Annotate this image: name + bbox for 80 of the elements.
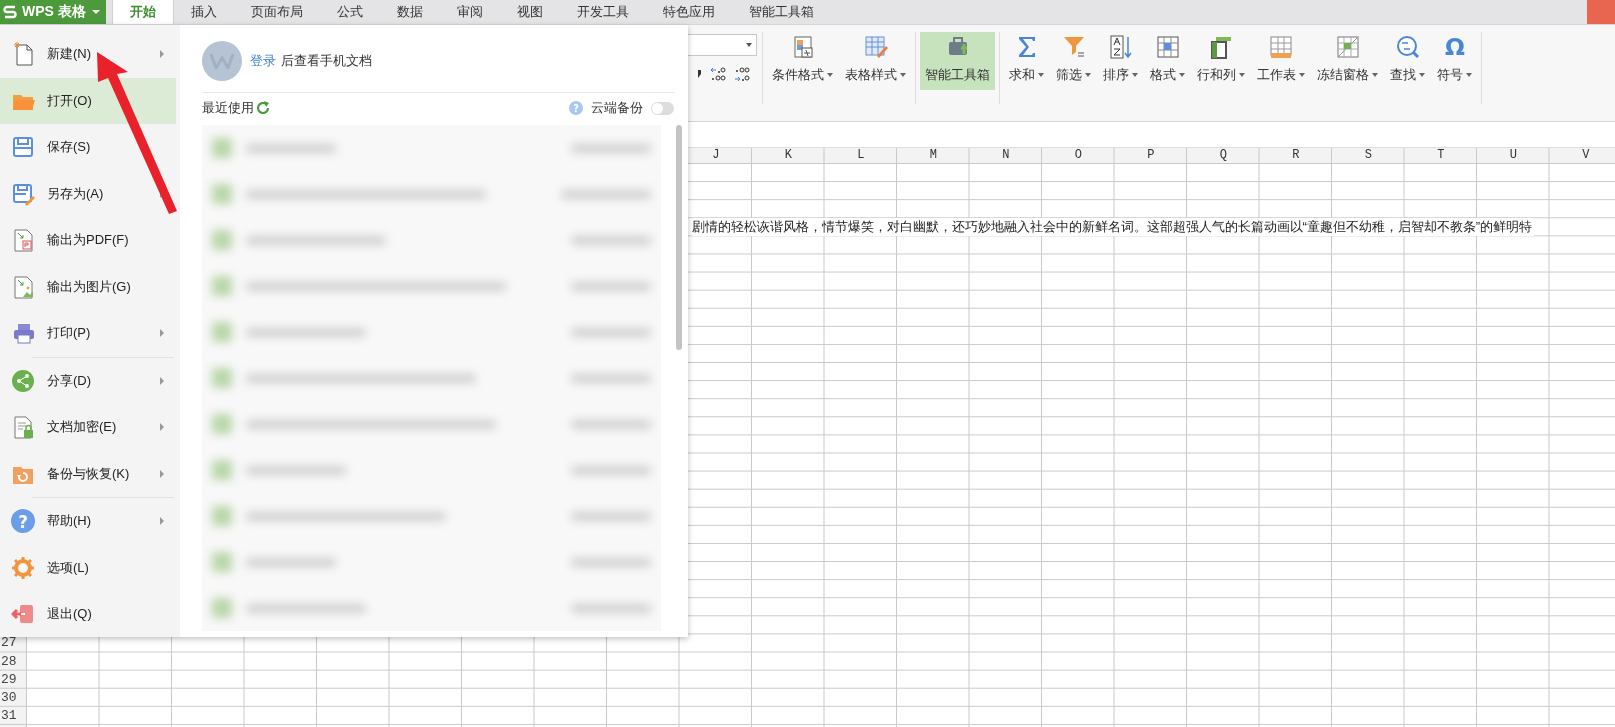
ribbon-tab[interactable]: 公式 [320, 0, 380, 24]
row-header[interactable]: 29 [0, 670, 17, 689]
pdf-export-icon [11, 228, 35, 253]
ribbon-button[interactable]: 求和 [1004, 32, 1049, 90]
ribbon-button[interactable]: 冻结窗格 [1312, 32, 1383, 90]
comma-style-icon[interactable] [696, 69, 702, 79]
new-file-icon [11, 42, 35, 67]
column-header[interactable]: K [784, 148, 792, 164]
cloud-backup-label: 云端备份 [591, 99, 643, 117]
column-header[interactable]: Q [1219, 148, 1227, 164]
row-header[interactable]: 30 [0, 688, 17, 707]
ribbon-button[interactable]: 工作表 [1252, 32, 1310, 90]
lock-document-icon [11, 415, 35, 440]
cloud-backup-toggle[interactable] [651, 101, 674, 115]
increase-decimal-icon[interactable] [710, 65, 726, 83]
scrollbar[interactable] [676, 125, 682, 350]
printer-icon [11, 321, 35, 346]
ribbon-tab[interactable]: 插入 [174, 0, 234, 24]
ribbon-button[interactable]: 排序 [1098, 32, 1143, 90]
menu-item[interactable]: 退出(Q) [0, 591, 176, 638]
ribbon-tab[interactable]: 审阅 [440, 0, 500, 24]
ribbon-button[interactable]: 筛选 [1051, 32, 1096, 90]
s-logo-icon [3, 5, 17, 19]
settings-icon [11, 555, 35, 580]
worksheet-icon [1268, 34, 1294, 60]
ribbon-button[interactable]: 格式 [1145, 32, 1190, 90]
ribbon-button[interactable]: 表格样式 [840, 32, 911, 90]
column-header[interactable]: T [1437, 148, 1445, 164]
row-header[interactable]: 31 [0, 706, 17, 725]
ribbon-button[interactable]: Ω 符号 [1432, 32, 1477, 90]
freeze-panes-icon [1334, 34, 1361, 60]
help-icon: ? [11, 509, 35, 534]
menu-item[interactable]: 备份与恢复(K) [0, 450, 176, 497]
ribbon-button[interactable]: 行和列 [1192, 32, 1250, 90]
login-link[interactable]: 登录 [250, 52, 276, 70]
menu-item[interactable]: 打开(O) [0, 77, 176, 124]
column-header[interactable]: L [857, 148, 865, 164]
ribbon-button[interactable]: 条件格式 [767, 32, 838, 90]
format-icon [1154, 34, 1181, 60]
ribbon-button[interactable]: 查找 [1385, 32, 1430, 90]
ribbon-tab[interactable]: 特色应用 [646, 0, 732, 24]
menu-item[interactable]: 输出为图片(G) [0, 263, 176, 310]
column-header[interactable]: V [1582, 148, 1590, 164]
rows-columns-icon [1208, 34, 1234, 60]
find-icon [1394, 34, 1421, 60]
column-header[interactable]: S [1364, 148, 1372, 164]
app-menu-button[interactable]: WPS 表格 [0, 0, 106, 24]
sort-icon [1107, 34, 1134, 60]
column-header[interactable]: N [1002, 148, 1010, 164]
column-header[interactable]: M [929, 148, 937, 164]
menu-item[interactable]: 输出为PDF(F) [0, 217, 176, 264]
recent-label: 最近使用 [202, 99, 254, 117]
ribbon-tab[interactable]: 开始 [112, 0, 174, 24]
column-header[interactable]: P [1147, 148, 1155, 164]
ribbon-tab[interactable]: 智能工具箱 [732, 0, 831, 24]
image-export-icon [11, 274, 35, 299]
share-icon [11, 368, 35, 393]
login-hint: 后查看手机文档 [281, 52, 372, 70]
column-header[interactable]: R [1292, 148, 1300, 164]
table-style-icon [862, 34, 889, 60]
cell-text: 剧情的轻松诙谐风格，情节爆笑，对白幽默，还巧妙地融入社会中的新鲜名词。这部超强人气的长篇动画以“童趣但不幼稚，启智却不教条”的鲜明特 [691, 218, 1535, 237]
menu-item[interactable]: 文档加密(E) [0, 404, 176, 451]
menu-item[interactable]: 分享(D) [0, 357, 176, 404]
refresh-icon[interactable] [256, 101, 270, 115]
row-header[interactable]: 28 [0, 652, 17, 671]
menu-item[interactable]: 打印(P) [0, 310, 176, 357]
ribbon-tab[interactable]: 视图 [500, 0, 560, 24]
save-as-icon [11, 181, 35, 206]
ribbon-tab[interactable]: 数据 [380, 0, 440, 24]
menu-item[interactable]: ? 帮助(H) [0, 498, 176, 545]
save-icon [11, 135, 35, 160]
column-header[interactable]: O [1074, 148, 1082, 164]
ribbon-tab[interactable]: 开发工具 [560, 0, 646, 24]
ribbon-tab[interactable]: 页面布局 [234, 0, 320, 24]
menu-item[interactable]: 选项(L) [0, 544, 176, 591]
column-header[interactable]: U [1509, 148, 1517, 164]
decrease-decimal-icon[interactable] [734, 65, 750, 83]
symbol-icon: Ω [1441, 34, 1468, 60]
column-header[interactable]: J [712, 148, 720, 164]
ribbon-button[interactable]: 智能工具箱 [920, 32, 995, 90]
